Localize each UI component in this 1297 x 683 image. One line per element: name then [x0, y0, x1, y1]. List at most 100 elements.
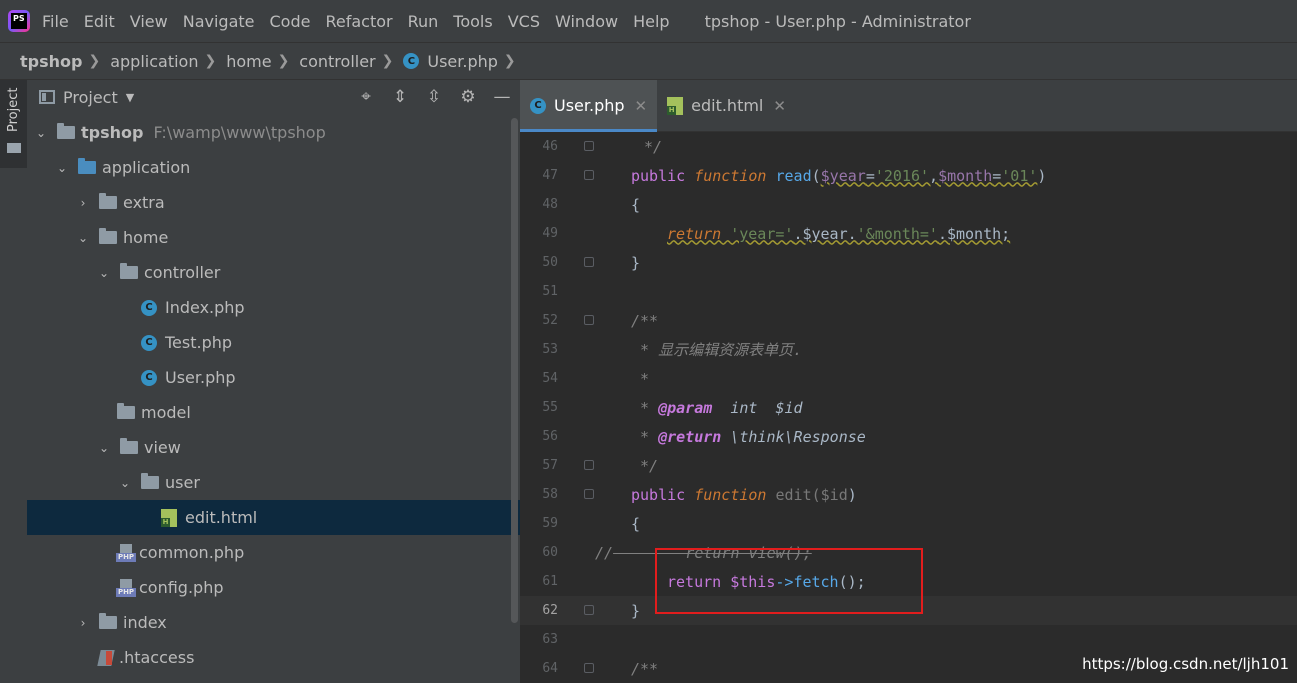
tree-label: view — [144, 438, 181, 457]
close-icon[interactable]: ✕ — [635, 97, 648, 115]
menu-run[interactable]: Run — [408, 12, 439, 31]
tree-node-index[interactable]: › index — [27, 605, 520, 640]
code-text: * 显示编辑资源表单页. — [631, 341, 803, 359]
code-text: * @return \think\Response — [631, 427, 866, 446]
fold-marker-icon[interactable] — [584, 663, 594, 673]
expand-all-icon[interactable]: ⇕ — [390, 87, 410, 107]
close-icon[interactable]: ✕ — [773, 97, 786, 115]
breadcrumb-item-application[interactable]: application — [110, 52, 198, 71]
code-text: { — [631, 195, 641, 214]
code-line-50: 50 } — [520, 248, 1297, 277]
chevron-down-icon[interactable]: ⌄ — [35, 126, 47, 140]
tree-node-extra[interactable]: › extra — [27, 185, 520, 220]
chevron-right-icon: ❯ — [204, 53, 217, 69]
tree-label: config.php — [139, 578, 224, 597]
code-text: */ — [635, 137, 663, 156]
chevron-down-icon[interactable]: ⌄ — [98, 266, 110, 280]
tree-label: common.php — [139, 543, 245, 562]
menu-vcs[interactable]: VCS — [508, 12, 540, 31]
code-line-59: 59 { — [520, 509, 1297, 538]
menu-help[interactable]: Help — [633, 12, 669, 31]
tree-node-config-php[interactable]: › PHP config.php — [27, 570, 520, 605]
tree-node-home[interactable]: ⌄ home — [27, 220, 520, 255]
menu-edit[interactable]: Edit — [84, 12, 115, 31]
menu-navigate[interactable]: Navigate — [183, 12, 255, 31]
breadcrumb-item-user-php[interactable]: C User.php — [403, 52, 498, 71]
locate-target-icon[interactable]: ⌖ — [356, 87, 376, 107]
project-tree-scrollbar[interactable] — [511, 118, 518, 623]
fold-marker-icon[interactable] — [584, 605, 594, 615]
tree-node-edit-html[interactable]: › H edit.html — [27, 500, 520, 535]
editor-tabs: C User.php ✕ H edit.html ✕ — [520, 80, 1297, 132]
menu-file[interactable]: File — [42, 12, 69, 31]
tree-node-htaccess[interactable]: › .htaccess — [27, 640, 520, 675]
folder-icon — [99, 613, 117, 629]
tree-node-test-php[interactable]: › C Test.php — [27, 325, 520, 360]
line-number: 62 — [542, 603, 558, 618]
menu-tools[interactable]: Tools — [453, 12, 492, 31]
tree-node-index-php[interactable]: › C Index.php — [27, 290, 520, 325]
menu-refactor[interactable]: Refactor — [325, 12, 392, 31]
tree-node-tpshop[interactable]: ⌄ tpshop F:\wamp\www\tpshop — [27, 115, 520, 150]
project-tool-tab[interactable]: Project — [0, 80, 27, 168]
caret-down-icon[interactable]: ▼ — [126, 91, 134, 104]
chevron-down-icon[interactable]: ⌄ — [56, 161, 68, 175]
chevron-right-icon: ❯ — [277, 53, 290, 69]
fold-marker-icon[interactable] — [584, 170, 594, 180]
tree-node-common-php[interactable]: › PHP common.php — [27, 535, 520, 570]
code-text: */ — [631, 456, 659, 475]
folder-icon — [99, 193, 117, 209]
tree-label: Test.php — [165, 333, 233, 352]
tree-label: .htaccess — [119, 648, 195, 667]
chevron-down-icon[interactable]: ⌄ — [98, 441, 110, 455]
fold-marker-icon[interactable] — [584, 315, 594, 325]
chevron-right-icon[interactable]: › — [77, 616, 89, 630]
breadcrumb-item-home[interactable]: home — [226, 52, 271, 71]
tree-label: user — [165, 473, 200, 492]
collapse-all-icon[interactable]: ⇳ — [424, 87, 444, 107]
menu-view[interactable]: View — [130, 12, 168, 31]
chevron-down-icon[interactable]: ⌄ — [119, 476, 131, 490]
tree-node-model[interactable]: › model — [27, 395, 520, 430]
fold-marker-icon[interactable] — [584, 460, 594, 470]
project-panel-title[interactable]: Project — [63, 88, 118, 107]
fold-marker-icon[interactable] — [584, 141, 594, 151]
tree-node-controller[interactable]: ⌄ controller — [27, 255, 520, 290]
chevron-right-icon: ❯ — [503, 53, 516, 69]
tree-node-application[interactable]: ⌄ application — [27, 150, 520, 185]
tree-node-user[interactable]: ⌄ user — [27, 465, 520, 500]
line-number: 50 — [542, 255, 558, 270]
code-line-54: 54 * — [520, 364, 1297, 393]
menu-code[interactable]: Code — [270, 12, 311, 31]
gear-icon[interactable]: ⚙ — [458, 87, 478, 107]
folder-icon — [57, 123, 75, 139]
html-file-icon: H — [161, 508, 177, 527]
chevron-down-icon[interactable]: ⌄ — [77, 231, 89, 245]
tab-user-php[interactable]: C User.php ✕ — [520, 80, 658, 132]
tool-window-strip: Project — [0, 80, 28, 683]
line-number: 56 — [542, 429, 558, 444]
menu-window[interactable]: Window — [555, 12, 618, 31]
tree-label: home — [123, 228, 169, 247]
php-class-icon: C — [141, 369, 157, 386]
tree-node-user-php[interactable]: › C User.php — [27, 360, 520, 395]
tree-label: application — [102, 158, 191, 177]
code-line-63: 63 — [520, 625, 1297, 654]
tab-edit-html[interactable]: H edit.html ✕ — [657, 80, 796, 131]
project-panel: Project ▼ ⌖ ⇕ ⇳ ⚙ — ⌄ tpshop F:\wamp\www… — [27, 80, 520, 683]
fold-marker-icon[interactable] — [584, 257, 594, 267]
line-number: 51 — [542, 284, 558, 299]
chevron-right-icon[interactable]: › — [77, 196, 89, 210]
minimize-icon[interactable]: — — [492, 87, 512, 107]
fold-marker-icon[interactable] — [584, 489, 594, 499]
breadcrumb-item-tpshop[interactable]: tpshop — [20, 52, 82, 71]
code-line-47: 47 public function read($year='2016',$mo… — [520, 161, 1297, 190]
breadcrumb-item-controller[interactable]: controller — [299, 52, 375, 71]
line-number: 47 — [542, 168, 558, 183]
code-text: public function read($year='2016',$month… — [631, 166, 1047, 185]
line-number: 48 — [542, 197, 558, 212]
tree-node-view[interactable]: ⌄ view — [27, 430, 520, 465]
php-class-icon: C — [530, 97, 546, 114]
watermark: https://blog.csdn.net/ljh101 — [1082, 655, 1289, 673]
php-class-icon: C — [141, 334, 157, 351]
